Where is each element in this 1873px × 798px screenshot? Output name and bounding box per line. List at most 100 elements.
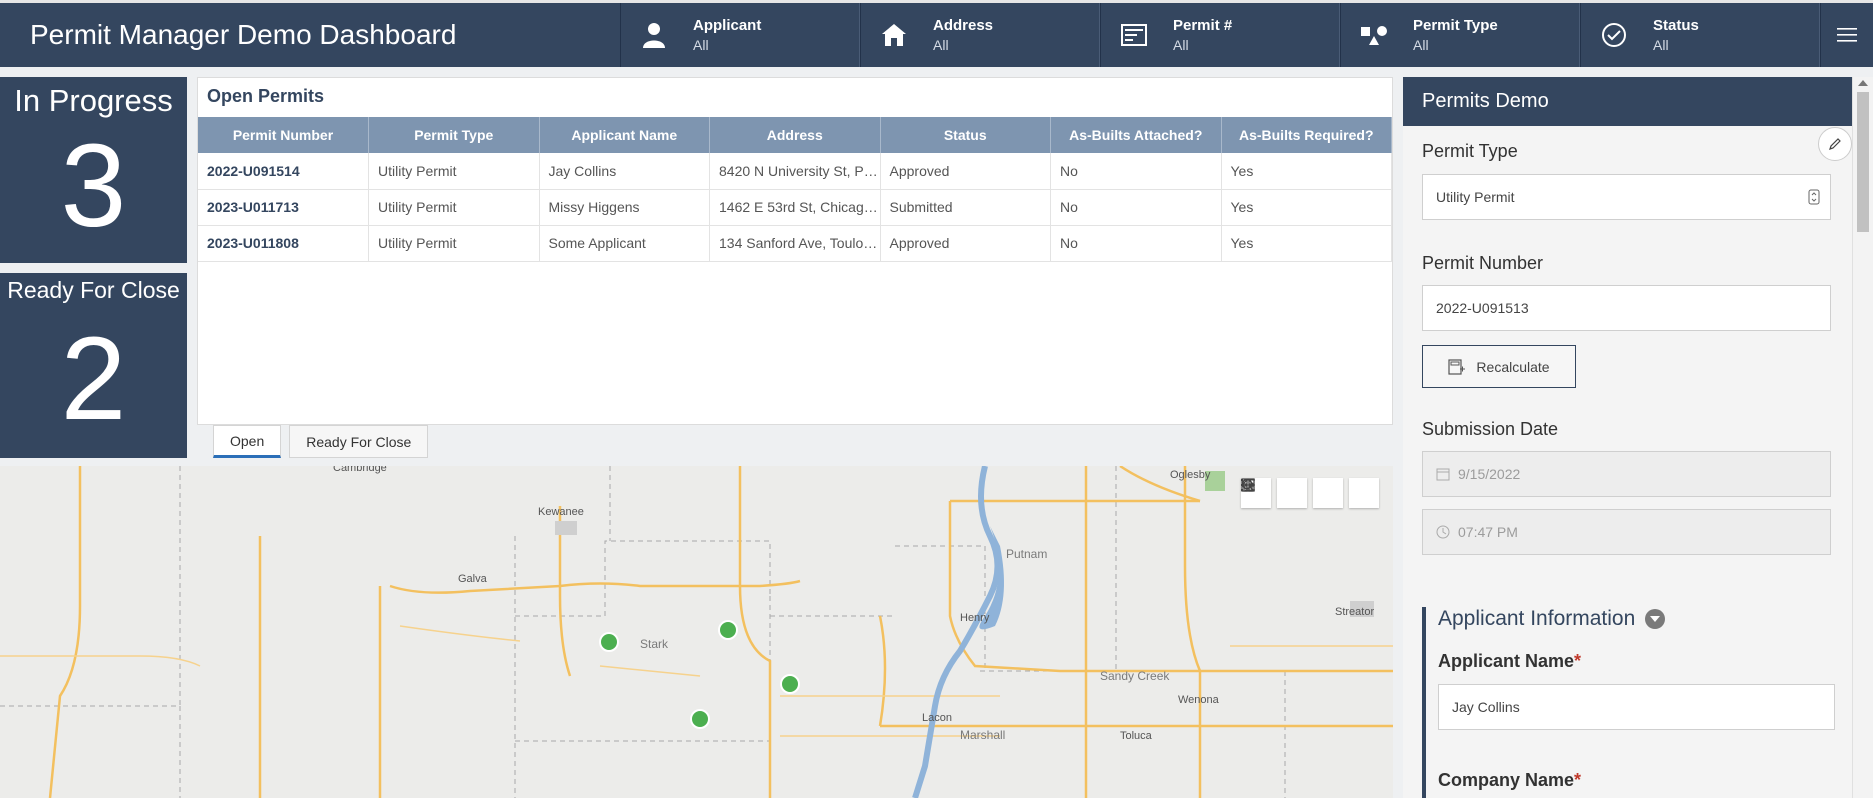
table-header-row: Permit Number Permit Type Applicant Name…: [198, 117, 1392, 153]
dashboard-title: Permit Manager Demo Dashboard: [30, 19, 457, 50]
table-cell: Utility Permit: [368, 153, 540, 190]
table-cell: Jay Collins: [539, 153, 710, 190]
map-place-label: Kewanee: [538, 506, 584, 518]
menu-button[interactable]: [1820, 3, 1873, 67]
person-icon: [639, 20, 669, 50]
map-view[interactable]: Cambridge Kewanee Galva Stark Henry Putn…: [0, 466, 1393, 798]
table-cell: Submitted: [880, 189, 1051, 226]
table-cell: Yes: [1221, 225, 1392, 262]
filter-label: Address: [933, 17, 994, 34]
filter-permit-number[interactable]: Permit # All: [1100, 3, 1340, 67]
indicator-in-progress: In Progress 3: [0, 77, 187, 263]
filter-applicant[interactable]: Applicant All: [620, 3, 860, 67]
filter-value: All: [693, 37, 709, 53]
basemap-gallery-icon: [1241, 478, 1255, 492]
permit-form-panel: Permits Demo Permit Type Utility Permit …: [1403, 77, 1852, 798]
map-home-button[interactable]: [1241, 478, 1307, 508]
table-cell: 134 Sanford Ave, Toulon, IL: [709, 225, 881, 262]
column-header[interactable]: Permit Number: [198, 117, 369, 153]
filter-address[interactable]: Address All: [860, 3, 1100, 67]
chevron-down-icon[interactable]: [1645, 609, 1666, 629]
column-header[interactable]: As-Builts Attached?: [1050, 117, 1222, 153]
table-row[interactable]: 2023-U011808 Utility Permit Some Applica…: [198, 225, 1392, 262]
map-place-label: Lacon: [922, 712, 952, 724]
dropdown-icon: [1808, 189, 1820, 205]
map-basemap-gallery-button[interactable]: [1241, 478, 1379, 508]
permit-type-value: Utility Permit: [1436, 189, 1515, 205]
map-place-label: Oglesby: [1170, 469, 1211, 481]
submission-time-field: 07:47 PM: [1422, 509, 1831, 555]
shapes-icon: [1359, 20, 1389, 50]
filter-label: Applicant: [693, 17, 762, 34]
filter-value: All: [1653, 37, 1669, 53]
indicator-ready-for-close: Ready For Close 2: [0, 273, 187, 458]
table-cell: Approved: [880, 153, 1051, 190]
column-header[interactable]: Applicant Name: [539, 117, 710, 153]
submission-date-value: 9/15/2022: [1458, 466, 1521, 482]
permits-table: Permit Number Permit Type Applicant Name…: [198, 117, 1392, 262]
map-place-label: Wenona: [1178, 694, 1219, 706]
map-place-label: Toluca: [1120, 730, 1152, 742]
map-toolbar: [1241, 478, 1379, 508]
applicant-information-group: Applicant Information Applicant Name* Ja…: [1422, 607, 1838, 798]
filter-value: All: [1413, 37, 1429, 53]
table-cell: No: [1050, 153, 1222, 190]
map-place-label: Stark: [640, 637, 669, 651]
recalculate-label: Recalculate: [1476, 358, 1550, 375]
table-cell: No: [1050, 225, 1222, 262]
filter-permit-type[interactable]: Permit Type All: [1340, 3, 1580, 67]
map-place-label: Galva: [458, 573, 487, 585]
table-cell: Approved: [880, 225, 1051, 262]
company-name-label: Company Name*: [1438, 770, 1582, 790]
tab-open[interactable]: Open: [213, 425, 282, 458]
table-cell: Missy Higgens: [539, 189, 710, 226]
scroll-thumb[interactable]: [1857, 92, 1869, 232]
filter-status[interactable]: Status All: [1580, 3, 1820, 67]
permit-type-select[interactable]: Utility Permit: [1422, 174, 1831, 220]
map-place-label: Putnam: [1006, 547, 1048, 561]
clock-icon: [1436, 525, 1450, 539]
tab-ready-for-close[interactable]: Ready For Close: [289, 425, 429, 458]
dashboard: Permit Manager Demo Dashboard Applicant …: [0, 0, 1873, 798]
pencil-icon: [1829, 138, 1841, 150]
map-legend-button[interactable]: [1241, 478, 1343, 508]
map-place-label: Streator: [1335, 606, 1375, 618]
panel-title: Open Permits: [207, 86, 325, 106]
table-cell: 2022-U091514: [198, 153, 369, 190]
table-cell: Utility Permit: [368, 189, 540, 226]
submission-time-value: 07:47 PM: [1458, 524, 1518, 540]
table-cell: Yes: [1221, 189, 1392, 226]
table-row[interactable]: 2023-U011713 Utility Permit Missy Higgen…: [198, 189, 1392, 226]
filter-value: All: [933, 37, 949, 53]
table-cell: 2023-U011713: [198, 189, 369, 226]
map-place-label: Marshall: [960, 728, 1006, 742]
permit-number-label: Permit Number: [1422, 253, 1544, 273]
table-tabs: Open Ready For Close: [197, 425, 429, 459]
check-circle-icon: [1599, 20, 1629, 50]
submission-date-field: 9/15/2022: [1422, 451, 1831, 497]
group-title: Applicant Information: [1438, 607, 1636, 630]
scroll-up-arrow[interactable]: [1858, 80, 1868, 86]
indicator-title: Ready For Close: [7, 277, 180, 303]
table-cell: Yes: [1221, 153, 1392, 190]
form-scrollbar[interactable]: [1852, 77, 1873, 798]
permit-number-field[interactable]: 2022-U091513: [1422, 285, 1831, 331]
group-header[interactable]: Applicant Information: [1438, 607, 1666, 631]
filter-value: All: [1173, 37, 1189, 53]
applicant-name-field[interactable]: Jay Collins: [1438, 684, 1835, 730]
table-row[interactable]: 2022-U091514 Utility Permit Jay Collins …: [198, 153, 1392, 190]
map-basemap: [0, 466, 1393, 798]
recalculate-button[interactable]: Recalculate: [1422, 345, 1576, 388]
column-header[interactable]: As-Builts Required?: [1221, 117, 1392, 153]
column-header[interactable]: Address: [709, 117, 881, 153]
column-header[interactable]: Status: [880, 117, 1051, 153]
indicator-value: 3: [60, 120, 127, 252]
table-cell: No: [1050, 189, 1222, 226]
edit-button[interactable]: [1818, 127, 1852, 161]
table-cell: 2023-U011808: [198, 225, 369, 262]
column-header[interactable]: Permit Type: [368, 117, 540, 153]
table-cell: Utility Permit: [368, 225, 540, 262]
form-title: Permits Demo: [1403, 77, 1852, 126]
house-icon: [879, 20, 909, 50]
table-cell: Some Applicant: [539, 225, 710, 262]
